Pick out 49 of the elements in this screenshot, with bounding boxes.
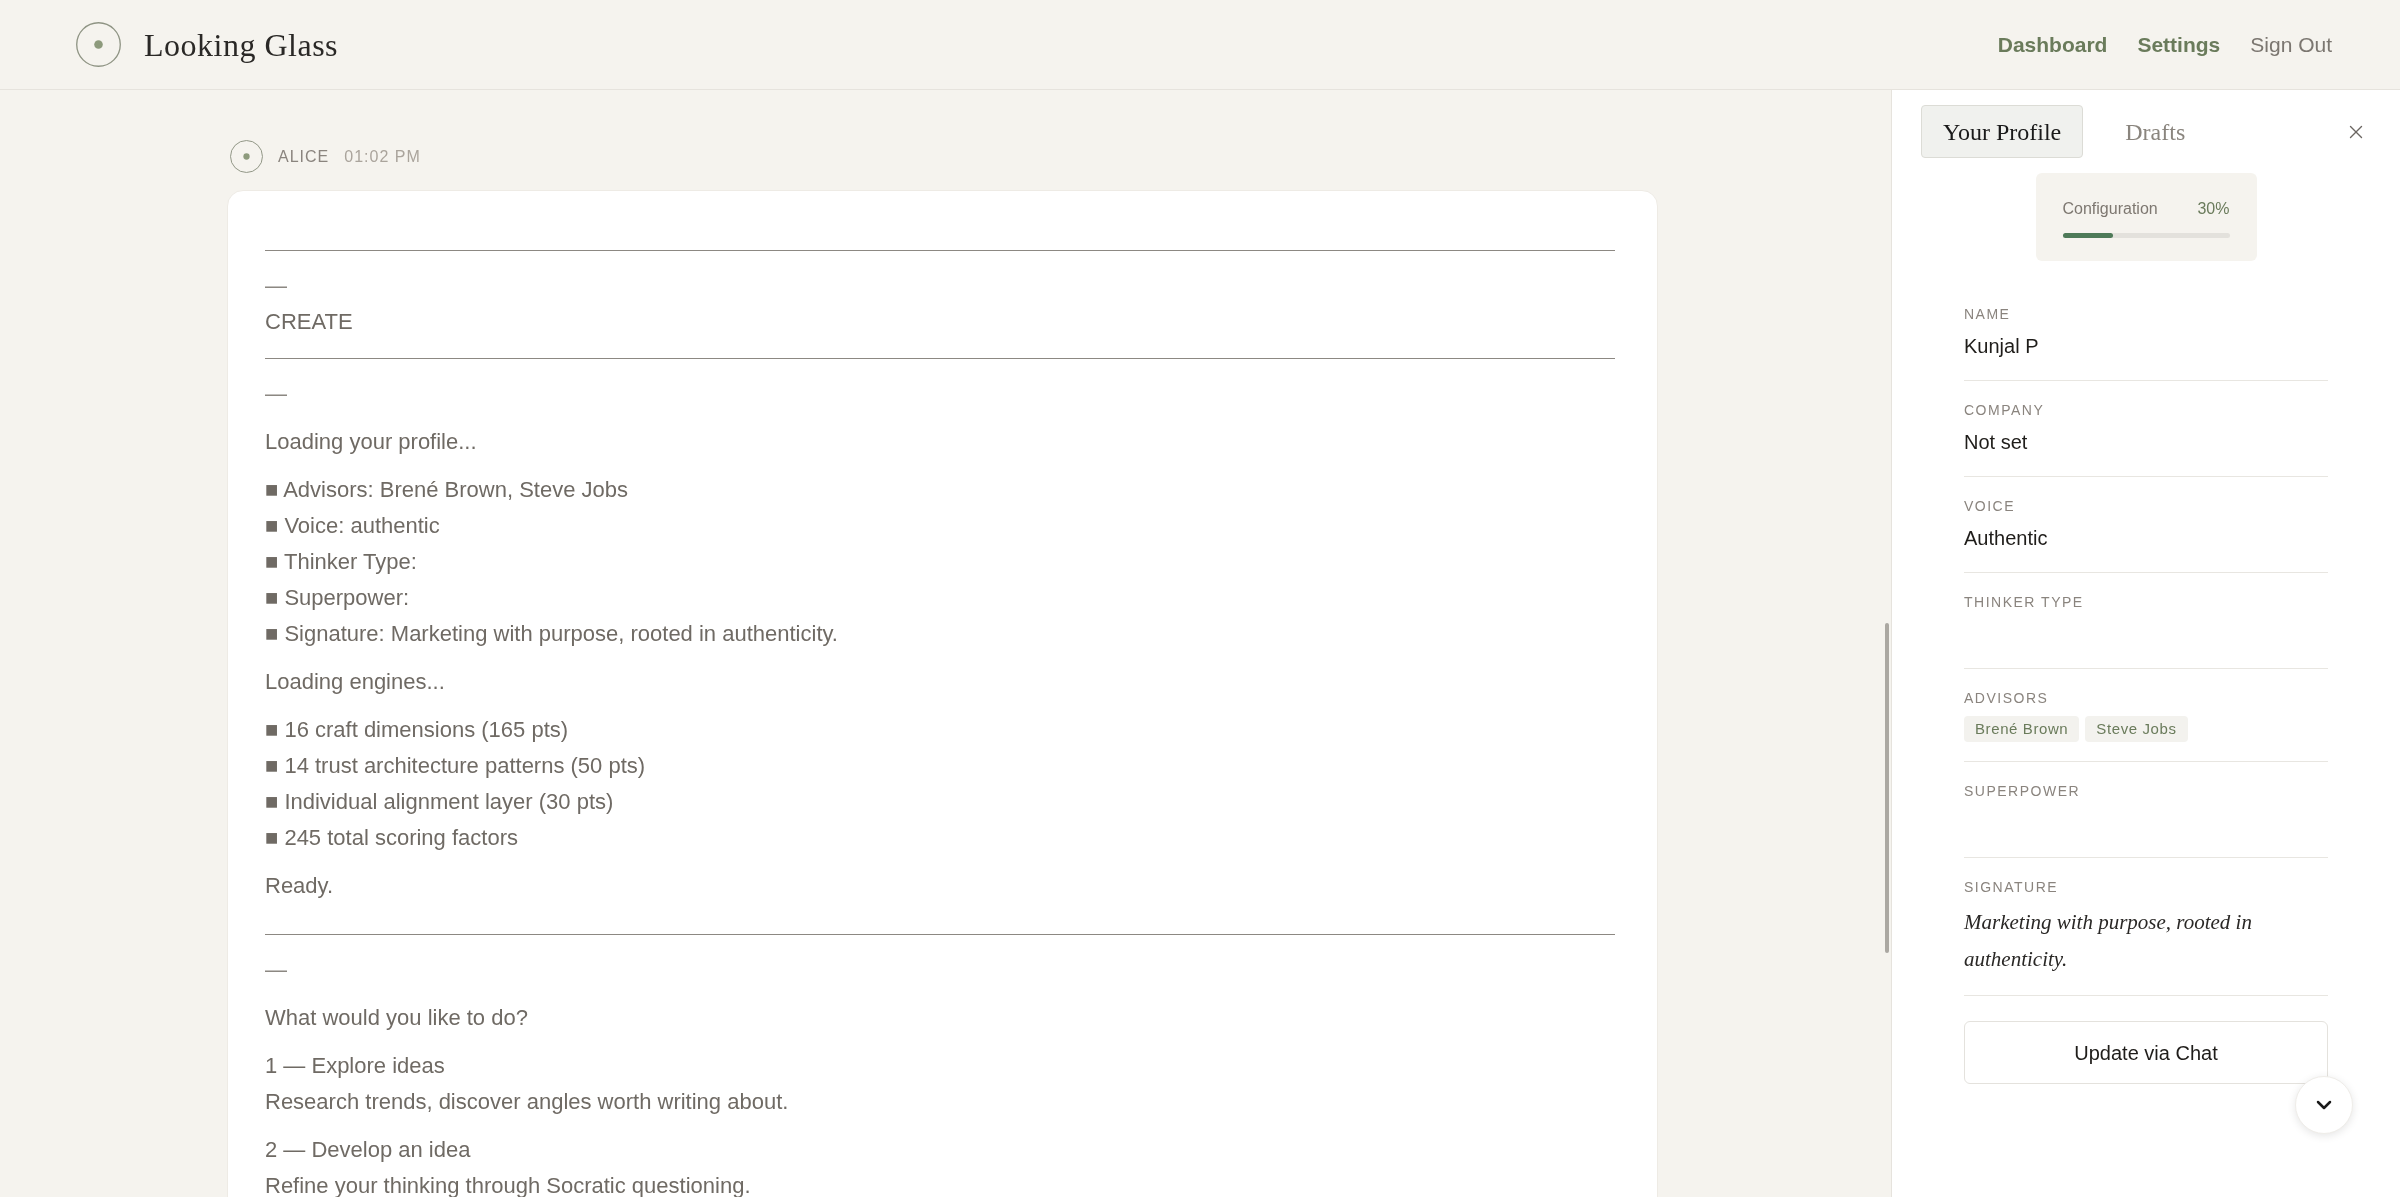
circle-dot-icon [76,22,121,67]
separator-dash: — [265,272,287,300]
list-item: ■ 14 trust architecture patterns (50 pts) [265,752,646,780]
list-item: ■ Advisors: Brené Brown, Steve Jobs [265,476,628,504]
field-value: Not set [1964,430,2028,455]
list-item: ■ Superpower: [265,584,410,612]
message-text: Loading engines... [265,668,445,696]
field-label: ADVISORS [1964,689,2049,708]
circle-dot-icon [230,140,263,173]
list-item: ■ Individual alignment layer (30 pts) [265,788,614,816]
field-label: THINKER TYPE [1964,593,2084,612]
section-heading: CREATE [265,308,353,336]
field-label: NAME [1964,305,2011,324]
message-text: Ready. [265,872,334,900]
update-via-chat-button[interactable]: Update via Chat [1964,1021,2328,1084]
nav-link[interactable]: Settings [2137,28,2221,61]
scroll-down-button[interactable] [2295,1076,2353,1134]
panel-tab[interactable]: Drafts [2103,105,2208,158]
message-text: Loading your profile... [265,428,477,456]
message-text: What would you like to do? [265,1004,528,1032]
list-item: ■ Voice: authentic [265,512,440,540]
signature-text: Marketing with purpose, rooted in authenticity. [1964,909,2253,973]
advisor-tag: Brené Brown [1964,716,2080,742]
nav-link[interactable]: Dashboard [1997,28,2108,61]
progress-label: Configuration [2062,199,2158,219]
separator-dash: — [265,956,287,984]
field-label: SUPERPOWER [1964,782,2081,801]
field-value: Kunjal P [1964,334,2039,359]
panel-tab[interactable]: Your Profile [1921,105,2084,158]
message-text: Refine your thinking through Socratic questioning. [265,1172,751,1197]
app-title: Looking Glass [144,25,339,65]
nav-link[interactable]: Sign Out [2250,28,2332,61]
separator-dash: — [265,380,287,408]
list-item: ■ 245 total scoring factors [265,824,518,852]
message-time: 01:02 PM [344,146,421,167]
message-text: Research trends, discover angles worth writing about. [265,1088,789,1116]
field-label: SIGNATURE [1964,878,2059,897]
list-item: ■ Signature: Marketing with purpose, rooted in authenticity. [265,620,838,648]
field-value: Authentic [1964,526,2048,551]
message-text: 1 — Explore ideas [265,1052,445,1080]
sender-name: ALICE [278,146,330,167]
list-item: ■ 16 craft dimensions (165 pts) [265,716,569,744]
field-label: VOICE [1964,497,2016,516]
scrollbar-thumb[interactable] [1885,623,1889,953]
list-item: ■ Thinker Type: [265,548,417,576]
field-label: COMPANY [1964,401,2045,420]
advisor-tag: Steve Jobs [2085,716,2188,742]
message-text: 2 — Develop an idea [265,1136,471,1164]
progress-reading: 30% [2197,199,2230,219]
